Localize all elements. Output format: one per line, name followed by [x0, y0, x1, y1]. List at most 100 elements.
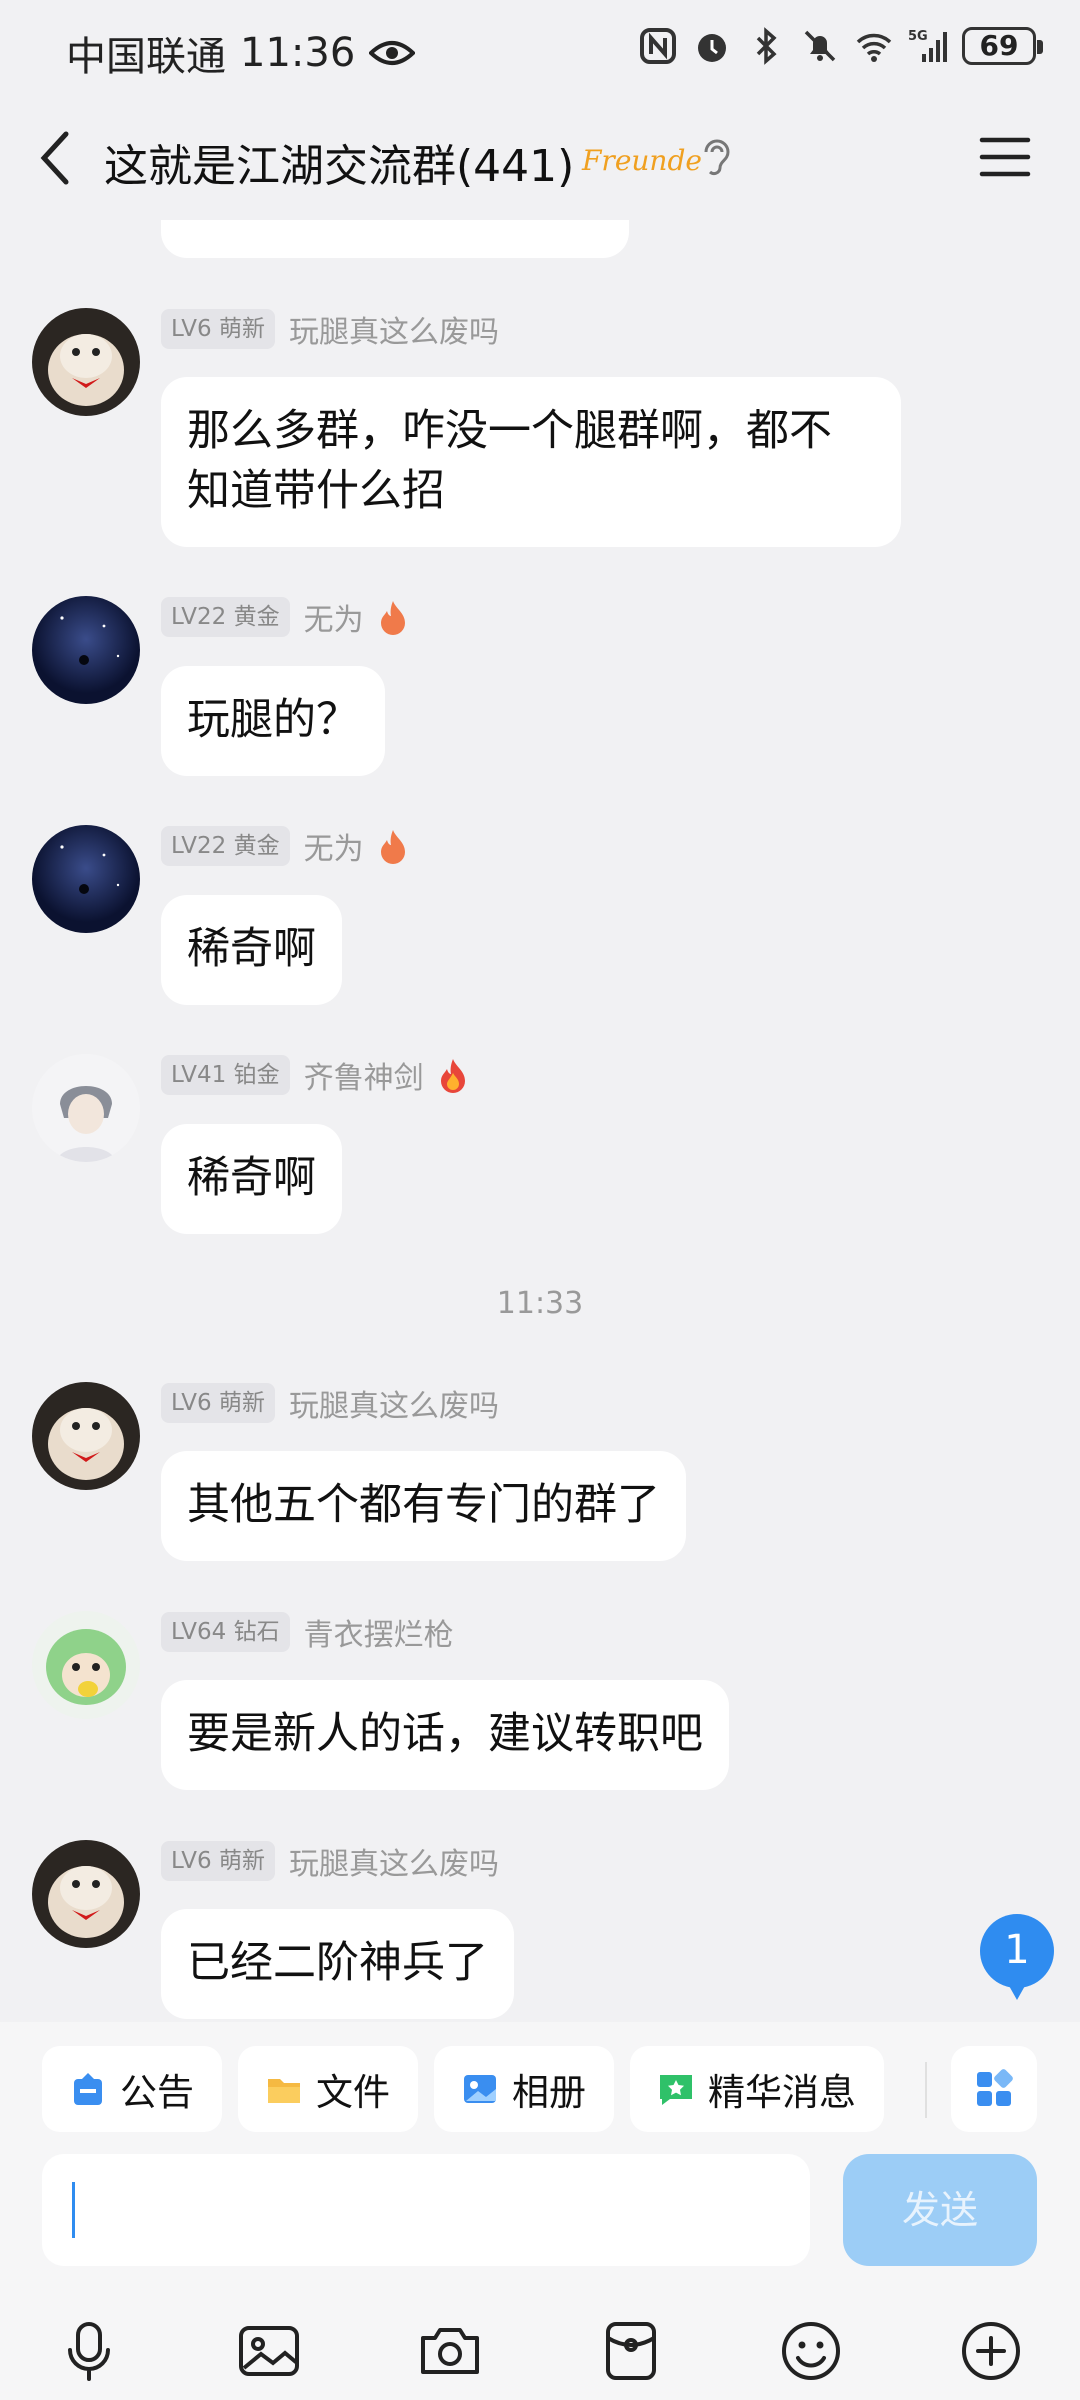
flame-icon	[380, 830, 405, 864]
message-bubble[interactable]: 其他五个都有专门的群了	[161, 1451, 686, 1561]
level-badge: LV6 萌新	[161, 309, 275, 349]
apps-grid-icon	[977, 2069, 1013, 2106]
message-bubble[interactable]: 已经二阶神兵了	[161, 1909, 514, 2019]
message-meta: LV6 萌新 玩腿真这么废吗	[161, 1382, 499, 1424]
chat-header: 这就是江湖交流群(441) Freunde	[0, 100, 1080, 220]
hamster-avatar-image	[32, 308, 140, 416]
plus-icon[interactable]	[958, 2318, 1024, 2384]
message-text-line: 那么多群，咋没一个腿群啊，都不	[187, 406, 832, 456]
message-text-line: 知道带什么招	[187, 466, 445, 516]
fire-icon	[440, 1059, 465, 1093]
ear-icon[interactable]	[700, 136, 734, 182]
message-bubble[interactable]: 稀奇啊	[161, 1124, 342, 1234]
status-left: 中国联通 11:36	[66, 24, 416, 82]
message-text: 稀奇啊	[187, 1153, 316, 1203]
avatar[interactable]	[32, 1611, 140, 1719]
album-chip[interactable]: 相册	[434, 2046, 614, 2132]
message-meta: LV6 萌新 玩腿真这么废吗	[161, 1840, 499, 1882]
hamster-avatar-image	[32, 1382, 140, 1490]
night-sky-avatar-image	[32, 825, 140, 933]
message-list[interactable]: LV6 萌新 玩腿真这么废吗 那么多群，咋没一个腿群啊，都不 知道带什么招 LV…	[0, 220, 1080, 2020]
night-sky-avatar-image	[32, 596, 140, 704]
chip-divider	[925, 2062, 927, 2118]
emoji-icon[interactable]	[778, 2318, 844, 2384]
alarm-icon	[698, 34, 726, 62]
menu-icon[interactable]	[978, 134, 1032, 180]
signal-icon: 5G	[908, 29, 947, 62]
carrier-label: 中国联通	[66, 34, 226, 80]
more-apps-button[interactable]	[951, 2046, 1037, 2132]
battery-indicator: 69	[962, 27, 1043, 65]
message-text: 要是新人的话，建议转职吧	[187, 1709, 703, 1759]
hamster-avatar-image	[32, 1840, 140, 1948]
red-packet-icon[interactable]	[598, 2318, 664, 2384]
message-bubble[interactable]: 要是新人的话，建议转职吧	[161, 1680, 729, 1790]
essence-chip[interactable]: 精华消息	[630, 2046, 884, 2132]
timestamp-divider: 11:33	[496, 1286, 584, 1321]
flame-icon	[380, 601, 405, 635]
avatar[interactable]	[32, 825, 140, 933]
input-toolbar: 公告 文件 相册 精华消息 发送	[0, 2022, 1080, 2400]
sender-name[interactable]: 玩腿真这么废吗	[289, 307, 499, 351]
level-badge: LV64 钻石	[161, 1612, 290, 1652]
avatar[interactable]	[32, 1382, 140, 1490]
back-arrow-icon[interactable]	[36, 128, 76, 188]
folder-icon	[268, 2079, 300, 2103]
sender-name[interactable]: 玩腿真这么废吗	[289, 1381, 499, 1425]
eye-icon	[369, 41, 416, 65]
level-badge: LV22 黄金	[161, 597, 290, 637]
sender-name[interactable]: 玩腿真这么废吗	[289, 1839, 499, 1883]
cartoon-avatar-image	[32, 1611, 140, 1719]
nfc-icon	[640, 28, 676, 64]
media-toolbar	[0, 2290, 1080, 2400]
message-meta: LV22 黄金 无为	[161, 596, 408, 638]
message-bubble[interactable]: 那么多群，咋没一个腿群啊，都不 知道带什么招	[161, 377, 901, 547]
message-bubble-partial[interactable]	[161, 220, 629, 258]
message-text: 稀奇啊	[187, 924, 316, 974]
message-bubble[interactable]: 玩腿的？	[161, 666, 385, 776]
clock: 11:36	[240, 30, 356, 76]
chip-label: 公告	[120, 2071, 194, 2114]
announcement-chip[interactable]: 公告	[42, 2046, 222, 2132]
chip-label: 精华消息	[708, 2071, 856, 2114]
essence-message-icon	[660, 2075, 692, 2105]
bluetooth-icon	[756, 27, 777, 65]
message-text: 其他五个都有专门的群了	[187, 1480, 660, 1530]
group-badge: Freunde	[582, 144, 702, 177]
level-badge: LV41 铂金	[161, 1055, 290, 1095]
avatar[interactable]	[32, 1840, 140, 1948]
files-chip[interactable]: 文件	[238, 2046, 418, 2132]
chip-label: 文件	[316, 2071, 390, 2114]
unread-count-badge[interactable]: 1	[980, 1914, 1054, 2000]
status-right: 5G 69	[638, 26, 1043, 66]
level-badge: LV6 萌新	[161, 1383, 275, 1423]
image-icon[interactable]	[236, 2318, 302, 2384]
mute-bell-icon	[804, 30, 836, 62]
chip-label: 相册	[512, 2071, 586, 2114]
wifi-icon	[856, 33, 892, 62]
send-button[interactable]: 发送	[843, 2154, 1037, 2266]
quick-action-bar: 公告 文件 相册 精华消息	[42, 2046, 884, 2134]
avatar[interactable]	[32, 1054, 140, 1162]
microphone-icon[interactable]	[56, 2318, 122, 2384]
sender-name[interactable]: 无为	[304, 595, 364, 639]
message-meta: LV41 铂金 齐鲁神剑	[161, 1054, 468, 1096]
message-text: 玩腿的？	[187, 695, 359, 745]
text-caret	[72, 2182, 75, 2238]
sender-name[interactable]: 青衣摆烂枪	[304, 1610, 454, 1654]
avatar[interactable]	[32, 308, 140, 416]
message-input[interactable]	[42, 2154, 810, 2266]
sender-name[interactable]: 齐鲁神剑	[304, 1053, 424, 1097]
avatar[interactable]	[32, 596, 140, 704]
album-icon	[464, 2075, 496, 2103]
message-meta: LV6 萌新 玩腿真这么废吗	[161, 308, 499, 350]
message-bubble[interactable]: 稀奇啊	[161, 895, 342, 1005]
anime-avatar-image	[32, 1054, 140, 1162]
level-badge: LV22 黄金	[161, 826, 290, 866]
status-bar: 中国联通 11:36 5G 69	[0, 0, 1080, 100]
message-meta: LV64 钻石 青衣摆烂枪	[161, 1611, 454, 1653]
sender-name[interactable]: 无为	[304, 824, 364, 868]
camera-icon[interactable]	[417, 2318, 483, 2384]
svg-text:5G: 5G	[908, 29, 928, 44]
group-title[interactable]: 这就是江湖交流群(441)	[104, 130, 574, 194]
